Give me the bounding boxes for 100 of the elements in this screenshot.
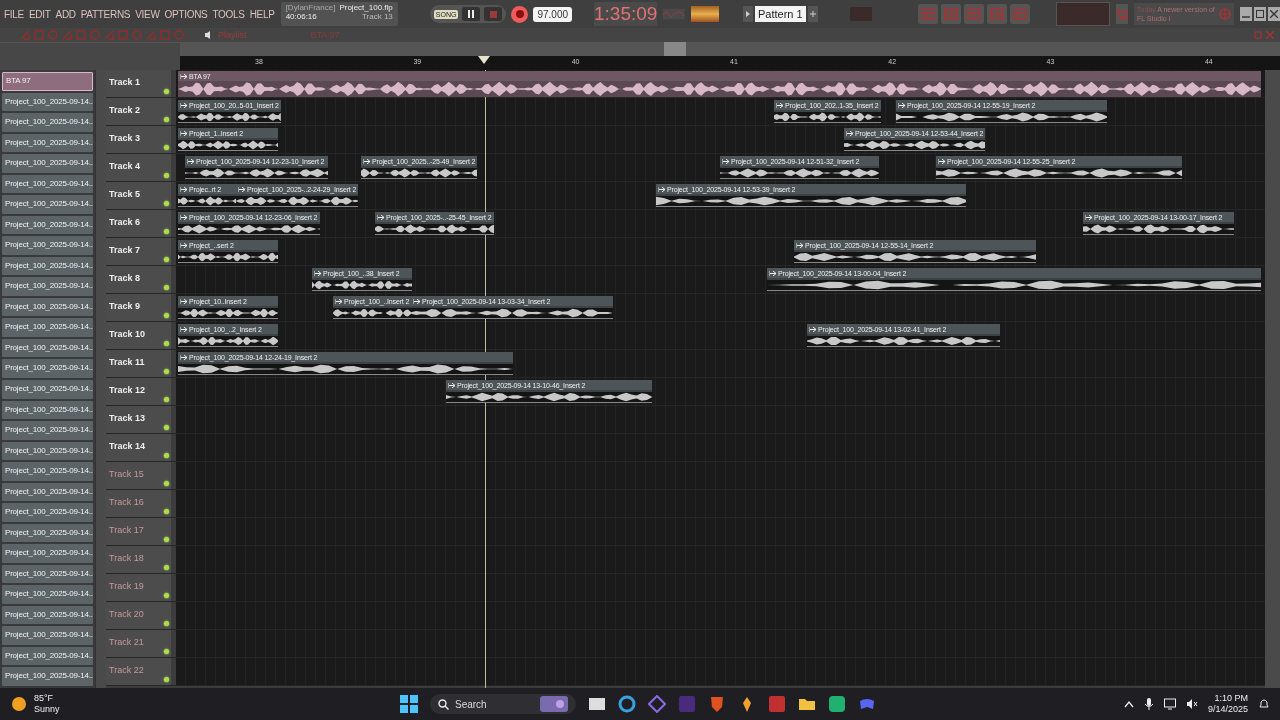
window-toggle-button[interactable] xyxy=(987,4,1008,24)
track-enabled-light[interactable] xyxy=(164,117,169,122)
clip-picker-item[interactable]: Project_100_2025-09-14.. xyxy=(2,585,93,604)
square-app-icon[interactable] xyxy=(678,695,696,713)
track-header[interactable]: Track 20 xyxy=(106,602,171,629)
track-header[interactable]: Track 15 xyxy=(106,462,171,489)
track-header[interactable]: Track 1 xyxy=(106,70,171,97)
track-header[interactable]: Track 18 xyxy=(106,546,171,573)
tool-icon[interactable] xyxy=(20,30,30,40)
menu-item[interactable]: OPTIONS xyxy=(164,8,208,20)
track-enabled-light[interactable] xyxy=(164,649,169,654)
menu-item[interactable]: EDIT xyxy=(28,8,51,20)
clip-picker-item[interactable]: Project_100_2025-09-14.. xyxy=(2,544,93,563)
window-toggle-button[interactable] xyxy=(918,4,939,24)
track-header[interactable]: Track 14 xyxy=(106,434,171,461)
playlist-scrollbar[interactable] xyxy=(1265,70,1280,688)
clip-picker-item[interactable]: Project_100_2025-09-14.. xyxy=(2,441,93,461)
clip-picker-item[interactable]: Project_100_2025-09-14.. xyxy=(2,421,93,440)
track-enabled-light[interactable] xyxy=(164,397,169,402)
detach-icon[interactable] xyxy=(1254,31,1262,39)
clip-picker-item[interactable]: Project_100_2025-09-14.. xyxy=(2,359,93,378)
clip-picker-item[interactable]: Project_100_2025-09-14.. xyxy=(2,380,93,399)
track-lane[interactable] xyxy=(176,602,1265,629)
track-header[interactable]: Track 7 xyxy=(106,238,171,265)
track-enabled-light[interactable] xyxy=(164,89,169,94)
clip-picker-item[interactable]: BTA 97 xyxy=(2,72,93,91)
clip-picker-item[interactable]: Project_100_2025-09-14.. xyxy=(2,133,93,153)
chevron-up-icon[interactable] xyxy=(1123,700,1134,708)
clip-picker-item[interactable]: Project_100_2025-09-14.. xyxy=(2,236,93,255)
ring-app-icon[interactable] xyxy=(618,695,636,713)
clip-picker-item[interactable]: Project_100_2025-09-14.. xyxy=(2,297,93,317)
previous-pattern-button[interactable] xyxy=(743,6,753,22)
record-button[interactable] xyxy=(511,5,529,23)
minimize-button[interactable] xyxy=(1240,7,1252,21)
clip-picker-item[interactable]: Project_100_2025-09-14.. xyxy=(2,482,93,502)
track-enabled-light[interactable] xyxy=(164,565,169,570)
track-lane[interactable] xyxy=(176,518,1265,545)
clip-picker-item[interactable]: Project_100_2025-09-14.. xyxy=(2,318,93,337)
window-toggle-button[interactable] xyxy=(964,4,985,24)
clip-picker-item[interactable]: Project_100_2025-09-14.. xyxy=(2,338,93,358)
clip-picker-item[interactable]: Project_100_2025-09-14.. xyxy=(2,215,93,235)
track-lane[interactable] xyxy=(176,630,1265,657)
clip-picker-item[interactable]: Project_100_2025-09-14.. xyxy=(2,174,93,194)
track-lane[interactable] xyxy=(176,490,1265,517)
track-enabled-light[interactable] xyxy=(164,453,169,458)
track-header[interactable]: Track 10 xyxy=(106,322,171,349)
track-enabled-light[interactable] xyxy=(164,201,169,206)
pause-button[interactable] xyxy=(462,7,481,21)
track-lane[interactable] xyxy=(176,462,1265,489)
track-header[interactable]: Track 19 xyxy=(106,574,171,601)
clip-picker-item[interactable]: Project_100_2025-09-14.. xyxy=(2,277,93,296)
menu-item[interactable]: ADD xyxy=(55,8,76,20)
microphone-icon[interactable] xyxy=(1143,698,1154,710)
clip-picker-item[interactable]: Project_100_2025-09-14.. xyxy=(2,626,93,645)
clip-picker-item[interactable]: Project_100_2025-09-14.. xyxy=(2,462,93,481)
close-button[interactable] xyxy=(1268,7,1280,21)
clip-picker-item[interactable]: Project_100_2025-09-14.. xyxy=(2,667,93,686)
clip-picker-item[interactable]: Project_100_2025-09-14.. xyxy=(2,503,93,522)
window-toggle-button[interactable] xyxy=(941,4,962,24)
cart-button[interactable] xyxy=(1116,4,1128,24)
menu-item[interactable]: PATTERNS xyxy=(80,8,131,20)
pattern-selector[interactable]: Pattern 1 xyxy=(755,6,806,22)
window-toggle-button[interactable] xyxy=(1010,4,1031,24)
track-lane[interactable] xyxy=(176,434,1265,461)
track-header[interactable]: Track 22 xyxy=(106,658,171,685)
diamond-app-icon[interactable] xyxy=(648,695,666,713)
clip-picker-item[interactable]: Project_100_2025-09-14.. xyxy=(2,154,93,173)
track-header[interactable]: Track 8 xyxy=(106,266,171,293)
track-header[interactable]: Track 9 xyxy=(106,294,171,321)
track-enabled-light[interactable] xyxy=(164,173,169,178)
track-lane[interactable] xyxy=(176,574,1265,601)
track-enabled-light[interactable] xyxy=(164,285,169,290)
clip-picker-item[interactable]: Project_100_2025-09-14.. xyxy=(2,646,93,666)
clip-picker-item[interactable]: Project_100_2025-09-14.. xyxy=(2,256,93,276)
track-header[interactable]: Track 17 xyxy=(106,518,171,545)
track-enabled-light[interactable] xyxy=(164,509,169,514)
monitor-icon[interactable] xyxy=(1163,698,1176,710)
clip-picker-item[interactable]: Project_100_2025-09-14.. xyxy=(2,564,93,584)
track-header[interactable]: Track 12 xyxy=(106,378,171,405)
track-enabled-light[interactable] xyxy=(164,677,169,682)
tool-icon[interactable] xyxy=(104,30,114,40)
search-field[interactable]: Search xyxy=(430,694,576,714)
track-enabled-light[interactable] xyxy=(164,313,169,318)
track-header[interactable]: Track 6 xyxy=(106,210,171,237)
add-pattern-button[interactable] xyxy=(807,6,818,22)
bell-icon[interactable] xyxy=(1258,698,1270,710)
track-enabled-light[interactable] xyxy=(164,481,169,486)
clip-picker-item[interactable]: Project_100_2025-09-14.. xyxy=(2,113,93,132)
track-enabled-light[interactable] xyxy=(164,257,169,262)
track-enabled-light[interactable] xyxy=(164,537,169,542)
track-header[interactable]: Track 4 xyxy=(106,154,171,181)
square-app-icon[interactable] xyxy=(768,695,786,713)
track-header[interactable]: Track 2 xyxy=(106,98,171,125)
menu-item[interactable]: FILE xyxy=(4,8,24,20)
track-header[interactable]: Track 3 xyxy=(106,126,171,153)
shield-icon[interactable] xyxy=(708,695,726,713)
track-header[interactable]: Track 13 xyxy=(106,406,171,433)
clip-picker-item[interactable]: Project_100_2025-09-14.. xyxy=(2,605,93,625)
song-overview-scrollbar[interactable] xyxy=(180,42,1280,56)
track-enabled-light[interactable] xyxy=(164,593,169,598)
